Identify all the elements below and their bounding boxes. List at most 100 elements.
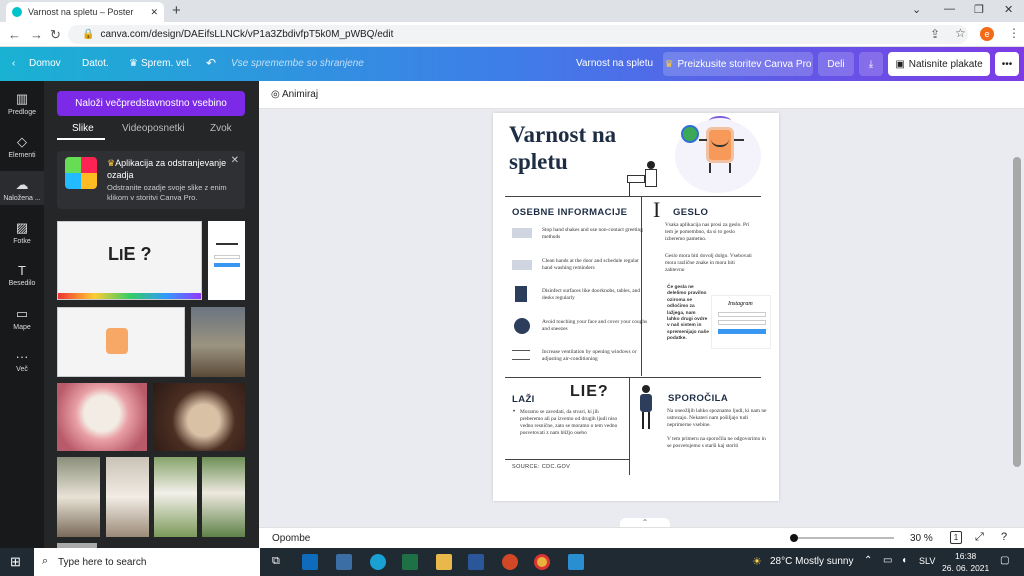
taskbar-search[interactable]: ⌕ Type here to search <box>34 548 260 576</box>
tip-text: Stop hand shakes and use non-contact gre… <box>542 227 643 240</box>
share-page-icon[interactable]: ⇪ <box>930 27 940 41</box>
home-button[interactable]: Domov <box>29 58 61 69</box>
restore-icon[interactable]: ❐ <box>974 3 984 16</box>
chrome-icon[interactable] <box>534 554 550 570</box>
new-tab-icon[interactable]: + <box>172 2 181 19</box>
vertical-scrollbar[interactable] <box>1013 157 1021 467</box>
rail-item-templates[interactable]: ▥ Predloge <box>0 91 44 116</box>
upload-thumbnail[interactable] <box>57 457 100 537</box>
forward-icon[interactable]: → <box>30 27 43 42</box>
back-chevron-icon[interactable]: ‹ <box>12 58 15 69</box>
try-pro-button[interactable]: ♛ Preizkusite storitev Canva Pro <box>663 52 813 76</box>
upload-thumbnail[interactable] <box>208 221 245 300</box>
upload-thumbnail[interactable]: LIE ? <box>57 221 202 300</box>
rail-item-elements[interactable]: ◇ Elementi <box>0 134 44 159</box>
volume-icon[interactable]: ◖ <box>901 555 907 566</box>
elements-icon: ◇ <box>17 134 27 149</box>
app-icon[interactable] <box>568 554 584 570</box>
zoom-level[interactable]: 30 % <box>910 533 933 544</box>
tab-audio[interactable]: Zvok <box>210 123 232 134</box>
photo-icon: ▨ <box>15 220 29 235</box>
rail-item-folders[interactable]: ▭ Mape <box>0 306 44 331</box>
file-menu-button[interactable]: Datot. <box>82 58 109 69</box>
canva-favicon-icon <box>12 7 22 17</box>
save-status: Vse spremembe so shranjene <box>231 58 364 69</box>
more-options-icon[interactable]: ••• <box>995 52 1019 76</box>
document-title[interactable]: Varnost na spletu <box>576 58 653 69</box>
edge-icon[interactable] <box>370 554 386 570</box>
upload-thumbnail[interactable] <box>202 457 245 537</box>
tab-title: Varnost na spletu – Poster <box>28 7 134 17</box>
rail-item-uploads[interactable]: ☁ Naložena ... <box>0 171 44 205</box>
rail-label: Več <box>16 366 28 373</box>
bookmark-star-icon[interactable]: ☆ <box>955 26 966 40</box>
page-count-button[interactable]: 1 <box>950 531 962 544</box>
profile-avatar[interactable]: e <box>980 27 994 41</box>
fullscreen-icon[interactable]: ⤢ <box>975 531 984 544</box>
help-icon[interactable]: ? <box>1001 531 1007 543</box>
outlook-icon[interactable] <box>302 554 318 570</box>
editor-toolbar: ◎ Animiraj <box>259 81 1024 109</box>
upload-media-button[interactable]: Naloži večpredstavnostno vsebino <box>57 91 245 116</box>
notifications-icon[interactable]: ▢ <box>1000 555 1009 566</box>
word-icon[interactable] <box>468 554 484 570</box>
tab-search-icon[interactable]: ⌄ <box>912 3 921 16</box>
password-warning: Če gesla ne delelimo pravilno oziroma se… <box>667 285 709 342</box>
tab-images[interactable]: Slike <box>72 123 94 134</box>
animate-icon: ◎ <box>271 89 282 100</box>
upload-thumbnail[interactable] <box>57 307 185 377</box>
windows-start-icon[interactable]: ⊞ <box>10 554 21 570</box>
zoom-slider-track[interactable] <box>794 537 894 539</box>
back-icon[interactable]: ← <box>8 27 21 42</box>
excel-icon[interactable] <box>402 554 418 570</box>
notes-button[interactable]: Opombe <box>272 533 310 544</box>
title-line: spletu <box>509 149 568 174</box>
rail-label: Elementi <box>8 152 36 159</box>
share-button[interactable]: Deli <box>818 52 854 76</box>
minimize-icon[interactable]: — <box>944 3 955 15</box>
powerpoint-icon[interactable] <box>502 554 518 570</box>
close-tab-icon[interactable]: ✕ <box>150 7 158 18</box>
animate-button[interactable]: ◎ Animiraj <box>271 89 318 100</box>
task-view-icon[interactable]: ⧉ <box>272 555 280 568</box>
messages-text: V tem primeru na sporočila ne odgovorimo… <box>667 436 766 449</box>
upload-thumbnail[interactable] <box>153 383 245 451</box>
resize-button[interactable]: Sprem. vel. <box>141 58 192 69</box>
close-promo-icon[interactable]: ✕ <box>231 155 239 166</box>
print-posters-button[interactable]: ▣ Natisnite plakate <box>888 52 990 76</box>
ventilation-icon <box>512 350 530 360</box>
language-indicator[interactable]: SLV <box>919 556 935 566</box>
reload-icon[interactable]: ↻ <box>50 27 61 43</box>
background-remover-promo[interactable]: ♛Aplikacija za odstranjevanje ozadja Ods… <box>57 151 245 209</box>
network-icon[interactable]: ▭ <box>883 555 892 566</box>
browser-tab-bar: Varnost na spletu – Poster ✕ + ⌄ — ❐ ✕ <box>0 0 1024 22</box>
store-icon[interactable] <box>336 554 352 570</box>
active-tab-underline <box>57 138 105 140</box>
upload-thumbnail[interactable] <box>57 383 147 451</box>
browser-menu-icon[interactable]: ⋮ <box>1008 26 1020 40</box>
upload-thumbnail[interactable] <box>106 457 149 537</box>
tray-chevron-icon[interactable]: ⌃ <box>864 555 872 566</box>
upload-thumbnail[interactable] <box>154 457 197 537</box>
clock-date[interactable]: 26. 06. 2021 <box>942 563 989 573</box>
close-window-icon[interactable]: ✕ <box>1004 3 1013 16</box>
promo-title-text: Aplikacija za odstranjevanje ozadja <box>107 158 227 180</box>
rail-item-photos[interactable]: ▨ Fotke <box>0 220 44 245</box>
section-lies: LAŽI <box>512 394 535 405</box>
download-icon[interactable]: ⤓ <box>859 52 883 76</box>
browser-tab[interactable]: Varnost na spletu – Poster ✕ <box>6 2 164 22</box>
url-field[interactable]: 🔒 canva.com/design/DAEifsLLNCk/vP1a3Zbdi… <box>68 25 968 44</box>
upload-thumbnail[interactable] <box>191 307 245 377</box>
poster-page[interactable]: Varnost na spletu I OSEBNE INFORMACIJE G… <box>493 113 779 501</box>
promo-thumbnail <box>65 157 97 189</box>
lies-text: Moramo se zavedati, da stvari, ki jih pr… <box>520 409 618 436</box>
clock-time[interactable]: 16:38 <box>955 551 976 561</box>
promo-title: ♛Aplikacija za odstranjevanje ozadja <box>107 157 232 181</box>
tab-videos[interactable]: Videoposnetki <box>122 123 185 134</box>
zoom-slider-thumb[interactable] <box>790 534 798 542</box>
rail-item-text[interactable]: T Besedilo <box>0 263 44 287</box>
rail-item-more[interactable]: ··· Več <box>0 349 44 373</box>
file-explorer-icon[interactable] <box>436 554 452 570</box>
undo-icon[interactable]: ↶ <box>206 56 216 70</box>
weather-text[interactable]: 28°C Mostly sunny <box>770 556 853 567</box>
